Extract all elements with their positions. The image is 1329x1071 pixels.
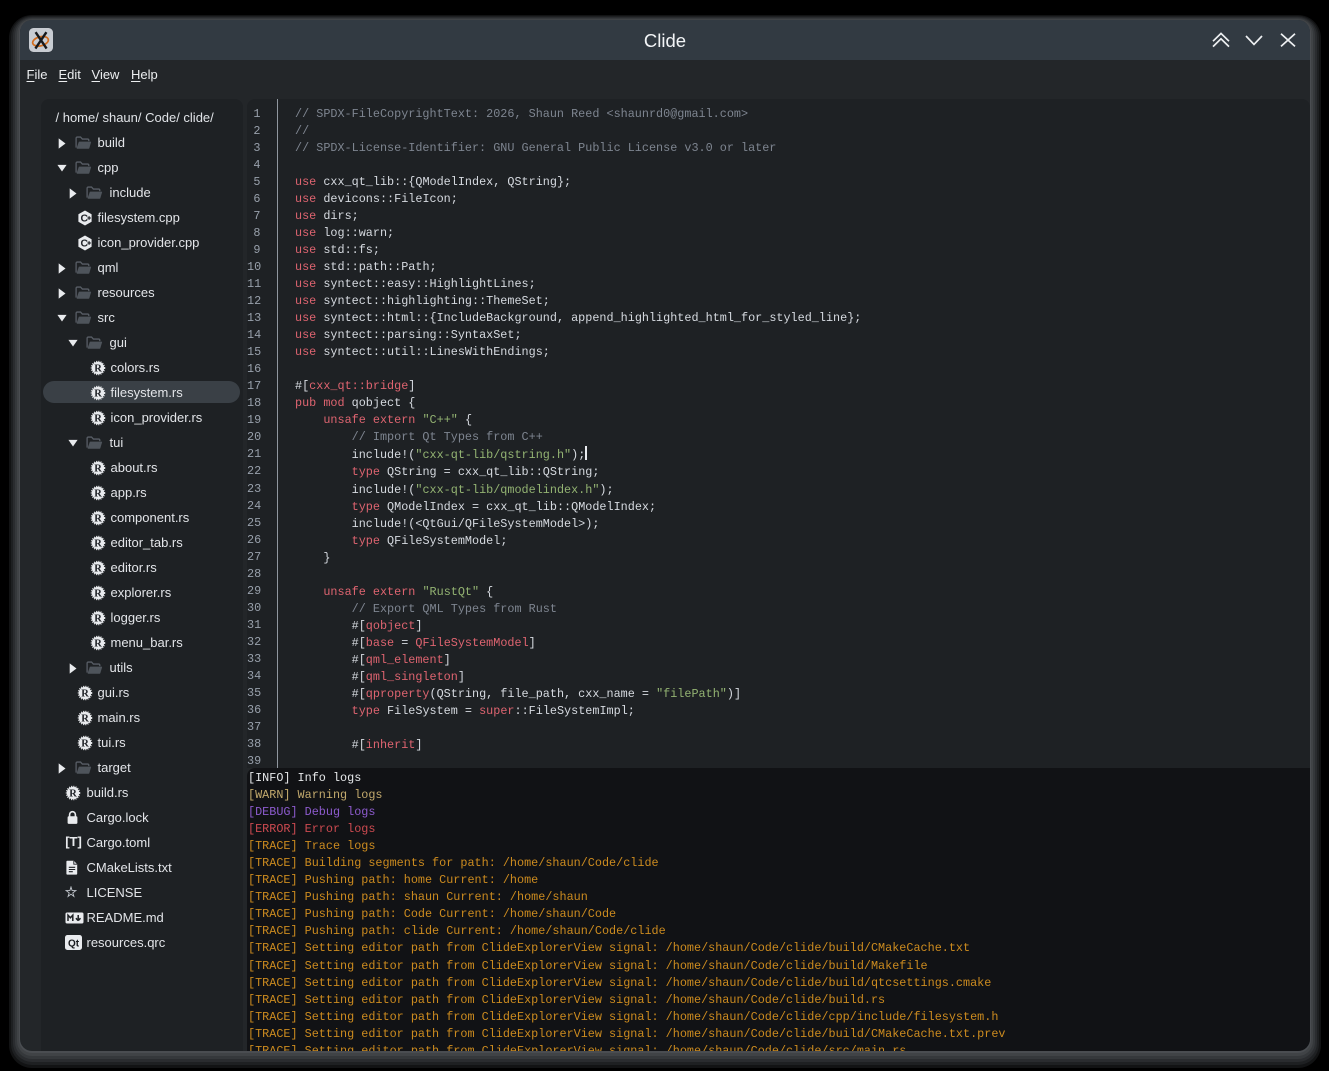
svg-text:R: R bbox=[94, 463, 102, 474]
svg-text:R: R bbox=[81, 688, 89, 699]
svg-text:R: R bbox=[94, 363, 102, 374]
svg-text:R: R bbox=[94, 513, 102, 524]
svg-text:R: R bbox=[81, 738, 89, 749]
svg-text:R: R bbox=[94, 413, 102, 424]
svg-text:C: C bbox=[80, 237, 88, 249]
svg-text:R: R bbox=[81, 713, 89, 724]
svg-text:C: C bbox=[80, 212, 88, 224]
svg-text:R: R bbox=[94, 588, 102, 599]
svg-text:Qt: Qt bbox=[68, 938, 80, 949]
svg-text:R: R bbox=[94, 388, 102, 399]
svg-text:R: R bbox=[94, 538, 102, 549]
svg-text:R: R bbox=[94, 488, 102, 499]
svg-text:R: R bbox=[94, 638, 102, 649]
svg-text:R: R bbox=[69, 788, 77, 799]
svg-text:R: R bbox=[94, 563, 102, 574]
svg-text:R: R bbox=[94, 613, 102, 624]
